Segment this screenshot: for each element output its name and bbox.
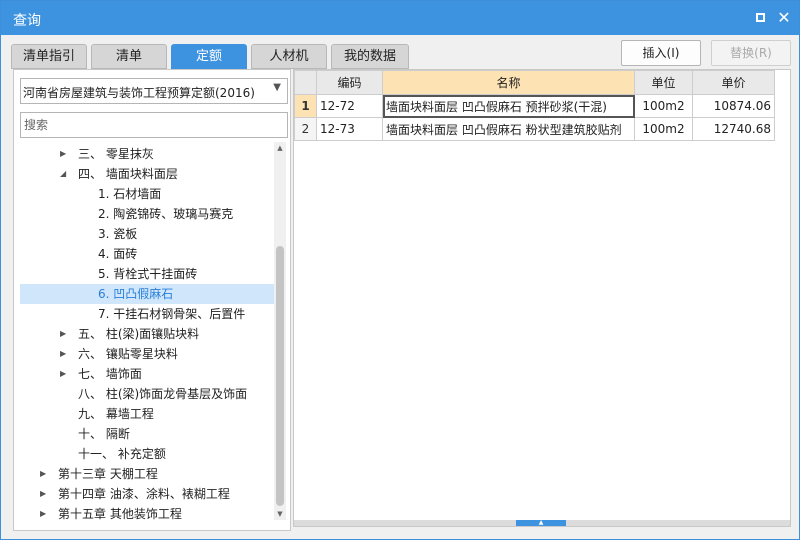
chevron-down-icon: ▼ <box>273 82 281 93</box>
tree-item-label: 七、 墙饰面 <box>78 367 142 381</box>
scroll-thumb[interactable] <box>276 246 284 506</box>
cell-name[interactable]: 墙面块料面层 凹凸假麻石 预拌砂浆(干混) <box>382 94 635 118</box>
row-number[interactable]: 1 <box>294 94 317 118</box>
table-row[interactable]: 2 12-73 墙面块料面层 凹凸假麻石 粉状型建筑胶贴剂 100m2 1274… <box>294 117 775 141</box>
tree-item[interactable]: 1. 石材墙面 <box>20 184 274 204</box>
right-panel: 编码 名称 单位 单价 1 12-72 墙面块料面层 凹凸假麻石 预拌砂浆(干混… <box>293 69 791 527</box>
window-title: 查询 <box>13 13 41 29</box>
tree-item-label: 4. 面砖 <box>98 247 138 261</box>
maximize-button[interactable] <box>751 9 769 27</box>
tab-my-data[interactable]: 我的数据 <box>331 44 409 69</box>
table-row[interactable]: 1 12-72 墙面块料面层 凹凸假麻石 预拌砂浆(干混) 100m2 1087… <box>294 94 775 118</box>
row-number[interactable]: 2 <box>294 117 317 141</box>
caret-expanded-icon[interactable]: ◢ <box>60 164 66 184</box>
tree-item[interactable]: 九、 幕墙工程 <box>20 404 274 424</box>
caret-collapsed-icon[interactable]: ▶ <box>40 504 46 520</box>
tree-item[interactable]: ▶ 六、 镶贴零星块料 <box>20 344 274 364</box>
cell-unit[interactable]: 100m2 <box>634 94 693 118</box>
row-number-header <box>294 70 317 95</box>
chevron-up-icon[interactable]: ▲ <box>516 520 566 526</box>
tree-item[interactable]: 2. 陶瓷锦砖、玻璃马赛克 <box>20 204 274 224</box>
scroll-down-icon[interactable]: ▼ <box>274 508 286 520</box>
tree-item[interactable]: 十一、 补充定额 <box>20 444 274 464</box>
tree-item-label: 四、 墙面块料面层 <box>78 167 178 181</box>
query-dialog: 查询 ✕ 清单指引 清单 定额 人材机 我的数据 插入(I) 替换(R) 河南省… <box>0 0 800 540</box>
tree-item[interactable]: ▶ 五、 柱(梁)面镶贴块料 <box>20 324 274 344</box>
tab-list[interactable]: 清单 <box>91 44 167 69</box>
scroll-up-icon[interactable]: ▲ <box>274 142 286 154</box>
tree-item[interactable]: 6. 凹凸假麻石 <box>20 284 274 304</box>
tree-item[interactable]: ▶ 七、 墙饰面 <box>20 364 274 384</box>
tree-item-label: 五、 柱(梁)面镶贴块料 <box>78 327 200 341</box>
caret-collapsed-icon[interactable]: ▶ <box>60 144 66 164</box>
tree-item-label: 三、 零星抹灰 <box>78 147 154 161</box>
chapter-tree: ▶ 三、 零星抹灰 ◢ 四、 墙面块料面层 1. 石材墙面 2. 陶瓷锦砖、玻璃马赛克 3.… <box>14 142 274 520</box>
caret-collapsed-icon[interactable]: ▶ <box>40 484 46 504</box>
cell-code[interactable]: 12-72 <box>316 94 383 118</box>
table-header-row: 编码 名称 单位 单价 <box>294 70 775 95</box>
tree-item-label: 3. 瓷板 <box>98 227 138 241</box>
tree-item-label: 十一、 补充定额 <box>78 447 166 461</box>
tree-item[interactable]: 4. 面砖 <box>20 244 274 264</box>
tab-list-guide[interactable]: 清单指引 <box>11 44 87 69</box>
caret-collapsed-icon[interactable]: ▶ <box>60 364 66 384</box>
tree-item[interactable]: 八、 柱(梁)饰面龙骨基层及饰面 <box>20 384 274 404</box>
tree-scrollbar[interactable]: ▲ ▼ <box>274 142 286 520</box>
tree-item-label: 2. 陶瓷锦砖、玻璃马赛克 <box>98 207 234 221</box>
cell-price[interactable]: 12740.68 <box>692 117 775 141</box>
tree-item-label: 十、 隔断 <box>78 427 130 441</box>
cell-code[interactable]: 12-73 <box>316 117 383 141</box>
column-header-name[interactable]: 名称 <box>382 70 635 95</box>
replace-button[interactable]: 替换(R) <box>711 40 791 66</box>
tree-item-label: 第十五章 其他装饰工程 <box>58 507 182 520</box>
left-panel: 河南省房屋建筑与装饰工程预算定额(2016) ▼ ▶ 三、 零星抹灰 ◢ 四、 墙面块… <box>13 69 291 531</box>
tree-item[interactable]: ▶ 第十三章 天棚工程 <box>20 464 274 484</box>
tree-item-label: 6. 凹凸假麻石 <box>98 287 174 301</box>
tree-item[interactable]: 7. 干挂石材钢骨架、后置件 <box>20 304 274 324</box>
quota-library-value: 河南省房屋建筑与装饰工程预算定额(2016) <box>23 86 255 100</box>
cell-unit[interactable]: 100m2 <box>634 117 693 141</box>
tree-item-label: 九、 幕墙工程 <box>78 407 154 421</box>
title-bar: 查询 ✕ <box>1 1 799 35</box>
tree-item-label: 7. 干挂石材钢骨架、后置件 <box>98 307 246 321</box>
tree-item-label: 1. 石材墙面 <box>98 187 162 201</box>
search-input[interactable] <box>20 112 288 138</box>
close-button[interactable]: ✕ <box>775 9 793 27</box>
cell-name[interactable]: 墙面块料面层 凹凸假麻石 粉状型建筑胶贴剂 <box>382 117 635 141</box>
tree-item[interactable]: 3. 瓷板 <box>20 224 274 244</box>
cell-price[interactable]: 10874.06 <box>692 94 775 118</box>
tab-labor-material-machine[interactable]: 人材机 <box>251 44 327 69</box>
tree-item-label: 第十三章 天棚工程 <box>58 467 158 481</box>
caret-collapsed-icon[interactable]: ▶ <box>60 344 66 364</box>
maximize-icon <box>755 13 765 22</box>
tab-quota[interactable]: 定额 <box>171 44 247 69</box>
tree-item-label: 第十四章 油漆、涂料、裱糊工程 <box>58 487 230 501</box>
caret-collapsed-icon[interactable]: ▶ <box>40 464 46 484</box>
column-header-code[interactable]: 编码 <box>316 70 383 95</box>
caret-collapsed-icon[interactable]: ▶ <box>60 324 66 344</box>
tree-item-label: 六、 镶贴零星块料 <box>78 347 178 361</box>
tree-item[interactable]: 十、 隔断 <box>20 424 274 444</box>
insert-button[interactable]: 插入(I) <box>621 40 701 66</box>
tree-item[interactable]: ▶ 第十四章 油漆、涂料、裱糊工程 <box>20 484 274 504</box>
tree-item-label: 5. 背栓式干挂面砖 <box>98 267 198 281</box>
tree-item-label: 八、 柱(梁)饰面龙骨基层及饰面 <box>78 387 248 401</box>
tree-item[interactable]: 5. 背栓式干挂面砖 <box>20 264 274 284</box>
tree-item[interactable]: ◢ 四、 墙面块料面层 <box>20 164 274 184</box>
column-header-unit[interactable]: 单位 <box>634 70 693 95</box>
panel-splitter[interactable]: ▲ <box>294 520 790 526</box>
quota-library-select[interactable]: 河南省房屋建筑与装饰工程预算定额(2016) ▼ <box>20 78 288 104</box>
tree-item[interactable]: ▶ 三、 零星抹灰 <box>20 144 274 164</box>
tree-item[interactable]: ▶ 第十五章 其他装饰工程 <box>20 504 274 520</box>
column-header-price[interactable]: 单价 <box>692 70 775 95</box>
quota-table: 编码 名称 单位 单价 1 12-72 墙面块料面层 凹凸假麻石 预拌砂浆(干混… <box>294 70 775 141</box>
